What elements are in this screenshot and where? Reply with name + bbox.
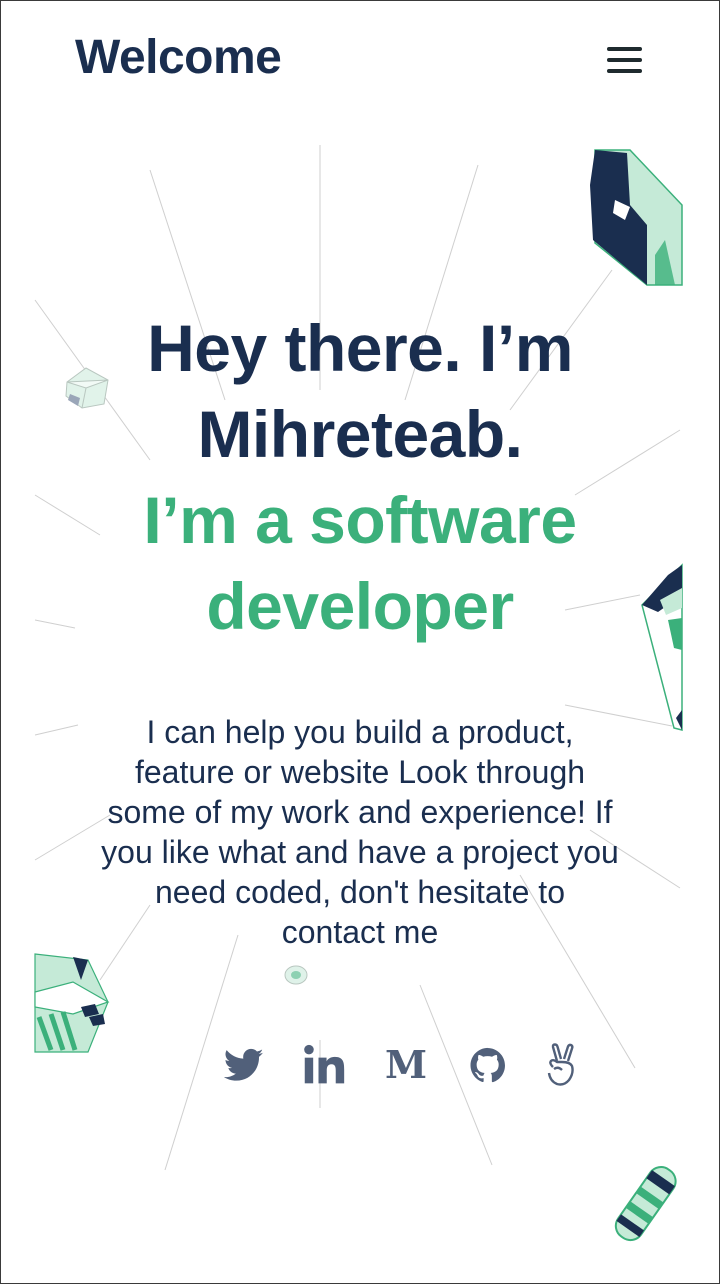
hero-subheadline-line-1: I’m a software — [143, 483, 577, 557]
hero-headline: Hey there. I’m Mihreteab. — [60, 305, 660, 477]
decorative-gem-small — [284, 965, 308, 985]
hero-subheadline: I’m a software developer — [60, 477, 660, 649]
angellist-icon — [547, 1043, 574, 1086]
hero-headline-line-2: Mihreteab. — [197, 397, 523, 471]
hero-section: Hey there. I’m Mihreteab. I’m a software… — [60, 305, 660, 649]
twitter-link[interactable] — [220, 1040, 268, 1090]
hamburger-menu-icon-bar-bottom — [607, 69, 642, 73]
github-link[interactable] — [464, 1040, 512, 1090]
angellist-link[interactable] — [538, 1040, 586, 1090]
linkedin-icon — [304, 1044, 345, 1084]
hamburger-menu-icon-bar-middle — [607, 58, 642, 62]
decorative-pencil-bottom-right — [614, 1166, 677, 1242]
hamburger-menu-button[interactable] — [600, 40, 648, 80]
hero-intro-text: I can help you build a product, feature … — [101, 714, 619, 950]
github-icon — [470, 1047, 505, 1083]
decorative-cube-top-right — [590, 149, 683, 286]
page-title: Welcome — [75, 31, 282, 84]
decorative-cube-bottom-left — [34, 953, 110, 1053]
twitter-icon — [223, 1048, 264, 1081]
hero-subheadline-line-2: developer — [206, 569, 514, 643]
linkedin-link[interactable] — [300, 1040, 348, 1090]
medium-icon: M — [385, 1045, 427, 1085]
hero-headline-line-1: Hey there. I’m — [147, 311, 573, 385]
svg-text:M: M — [385, 1045, 427, 1085]
hamburger-menu-icon-bar-top — [607, 47, 642, 51]
medium-link[interactable]: M — [382, 1040, 430, 1090]
